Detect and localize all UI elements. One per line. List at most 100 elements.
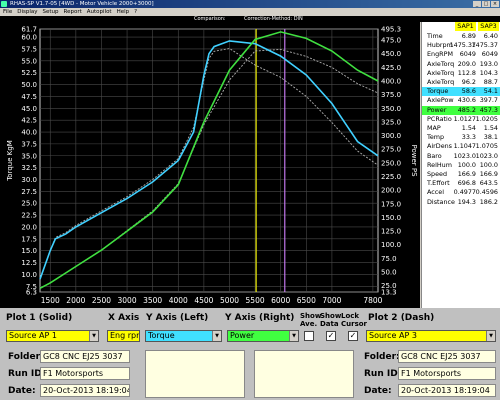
datapanel-row-name: Torque bbox=[427, 87, 449, 96]
datapanel-row-name: EngRPM bbox=[427, 50, 453, 59]
right-folder-label: Folder: bbox=[364, 352, 400, 362]
datapanel-row: Time 6.89 6.40 bbox=[422, 32, 500, 41]
x-tick-label: 4000 bbox=[169, 296, 188, 305]
datapanel-value-sap1: 1023.0 bbox=[453, 151, 476, 160]
datapanel-value-sap3: 54.1 bbox=[483, 87, 498, 96]
datapanel-row-name: AirDens bbox=[427, 142, 453, 151]
datapanel-row: AxleTorq 209.0 193.0 bbox=[422, 60, 500, 69]
chevron-down-icon: ▼ bbox=[212, 331, 221, 341]
close-button[interactable]: × bbox=[491, 1, 499, 7]
datapanel-value-sap1: 430.6 bbox=[457, 96, 476, 105]
menu-setup[interactable]: Setup bbox=[43, 8, 59, 16]
y-left-tick-label: 30.0 bbox=[21, 176, 37, 184]
datapanel-row-name: PCRatio bbox=[427, 114, 452, 123]
right-runid-field[interactable]: F1 Motorsports bbox=[398, 367, 496, 380]
show-ave-checkbox[interactable] bbox=[304, 331, 314, 341]
datapanel-row: Hubrpm 1475.37 1475.37 bbox=[422, 41, 500, 50]
datapanel-row-name: AxleTorq bbox=[427, 78, 455, 86]
show-data-checkbox[interactable]: ✓ bbox=[326, 331, 336, 341]
y-right-tick-label: 125.0 bbox=[381, 228, 401, 236]
datapanel-value-sap3: 643.5 bbox=[479, 179, 498, 188]
datapanel-row: PCRatio 1.0127 1.0205 bbox=[422, 115, 500, 124]
left-runid-field[interactable]: F1 Motorsports bbox=[40, 367, 130, 380]
yaxis-left-select[interactable]: Torque ▼ bbox=[145, 330, 222, 342]
plot2-label: Plot 2 (Dash) bbox=[368, 313, 435, 323]
yaxis-right-select[interactable]: Power ▼ bbox=[227, 330, 299, 342]
menu-report[interactable]: Report bbox=[64, 8, 82, 16]
datapanel-row: EngRPM 6049 6049 bbox=[422, 50, 500, 59]
y-right-tick-label: 450.0 bbox=[381, 50, 401, 58]
datapanel-row: Torque 58.6 54.1 bbox=[422, 87, 500, 97]
y-left-tick-label: 17.5 bbox=[21, 235, 37, 243]
yaxis-left-label: Y Axis (Left) bbox=[146, 313, 209, 323]
plot1-source-value: Source AP 1 bbox=[9, 331, 57, 340]
datapanel-row-name: Baro bbox=[427, 151, 442, 160]
window-buttons: _ □ × bbox=[473, 1, 499, 7]
y-left-tick-label: 47.5 bbox=[21, 93, 37, 101]
plot-frame bbox=[39, 28, 379, 293]
plot2-source-select[interactable]: Source AP 3 ▼ bbox=[366, 330, 496, 342]
datapanel-value-sap3: 397.7 bbox=[479, 96, 498, 105]
menu-help[interactable]: Help bbox=[117, 8, 130, 16]
datapanel-row-name: AxlePow bbox=[427, 96, 454, 105]
datapanel-value-sap1: 58.6 bbox=[461, 87, 476, 96]
menu-about[interactable]: ? bbox=[134, 8, 137, 16]
menu-file[interactable]: File bbox=[3, 8, 12, 16]
datapanel-row: AxleTorq 112.8 104.3 bbox=[422, 69, 500, 78]
y-right-tick-label: 50.0 bbox=[381, 268, 397, 276]
y-left-tick-label: 10.0 bbox=[21, 271, 37, 279]
y-left-tick-label: 32.5 bbox=[21, 164, 37, 172]
y-right-tick-label: 400.0 bbox=[381, 77, 401, 85]
datapanel-row-name: AxleTorq bbox=[427, 59, 455, 68]
x-tick-label: 3500 bbox=[143, 296, 162, 305]
minimize-button[interactable]: _ bbox=[473, 1, 481, 7]
y-left-tick-label: 60.0 bbox=[21, 34, 37, 42]
datapanel-value-sap3: 1.0205 bbox=[475, 114, 498, 123]
y-left-tick-label: 22.5 bbox=[21, 212, 37, 220]
y-left-tick-label: 42.5 bbox=[21, 117, 37, 125]
y-right-tick-label: 13.3 bbox=[381, 289, 397, 297]
y-right-tick-label: 225.0 bbox=[381, 173, 401, 181]
xaxis-select[interactable]: Eng rpm bbox=[107, 330, 140, 342]
datapanel-value-sap1: 100.0 bbox=[457, 160, 476, 169]
plot1-label: Plot 1 (Solid) bbox=[6, 313, 73, 323]
datapanel-value-sap1: 0.4977 bbox=[453, 188, 476, 197]
datapanel-row-name: Speed bbox=[427, 170, 448, 178]
xaxis-label: X Axis bbox=[108, 313, 140, 323]
y-right-tick-label: 495.3 bbox=[381, 26, 401, 34]
y-left-tick-label: 40.0 bbox=[21, 129, 37, 137]
datapanel-value-sap3: 1.0705 bbox=[475, 142, 498, 151]
datapanel-value-sap3: 193.0 bbox=[479, 59, 498, 68]
y-right-tick-label: 75.0 bbox=[381, 255, 397, 263]
right-date-field[interactable]: 20-Oct-2013 18:19:04 bbox=[398, 384, 496, 397]
datapanel-row: Temp 33.3 38.1 bbox=[422, 133, 500, 142]
chevron-down-icon: ▼ bbox=[486, 331, 495, 341]
left-folder-field[interactable]: GC8 CNC EJ25 3037 bbox=[40, 350, 130, 363]
show-data-label: Show Data bbox=[320, 312, 342, 328]
lock-cursor-checkbox[interactable]: ✓ bbox=[348, 331, 358, 341]
y-left-tick-label: 50.0 bbox=[21, 81, 37, 89]
plot1-source-select[interactable]: Source AP 1 ▼ bbox=[6, 330, 99, 342]
maximize-button[interactable]: □ bbox=[482, 1, 490, 7]
datapanel-value-sap1: 1.1047 bbox=[453, 142, 476, 151]
datapanel-row: Speed 166.9 166.9 bbox=[422, 170, 500, 179]
right-folder-field[interactable]: GC8 CNC EJ25 3037 bbox=[398, 350, 496, 363]
left-date-field[interactable]: 20-Oct-2013 18:19:04 bbox=[40, 384, 130, 397]
x-tick-label: 1500 bbox=[41, 296, 60, 305]
x-tick-label: 4500 bbox=[194, 296, 213, 305]
y-left-tick-label: 6.3 bbox=[26, 289, 37, 297]
y-right-tick-label: 475.0 bbox=[381, 37, 401, 45]
y-right-tick-label: 425.0 bbox=[381, 64, 401, 72]
y-right-axis-label: Power PS bbox=[410, 144, 418, 177]
y-right-tick-label: 200.0 bbox=[381, 187, 401, 195]
yaxis-right-value: Power bbox=[230, 331, 255, 340]
y-right-tick-label: 375.0 bbox=[381, 91, 401, 99]
menu-display[interactable]: Display bbox=[17, 8, 37, 16]
x-tick-label: 2500 bbox=[92, 296, 111, 305]
dyno-chart[interactable]: 1500 2000 2500 3000 3500 4000 4500 5000 5500 6000… bbox=[0, 22, 420, 308]
datapanel-row-name: Power bbox=[427, 105, 447, 114]
y-left-tick-label: 52.5 bbox=[21, 69, 37, 77]
menu-autopilot[interactable]: Autopilot bbox=[87, 8, 112, 16]
datapanel-value-sap3: 186.2 bbox=[479, 197, 498, 206]
datapanel-value-sap1: 194.3 bbox=[457, 197, 476, 206]
